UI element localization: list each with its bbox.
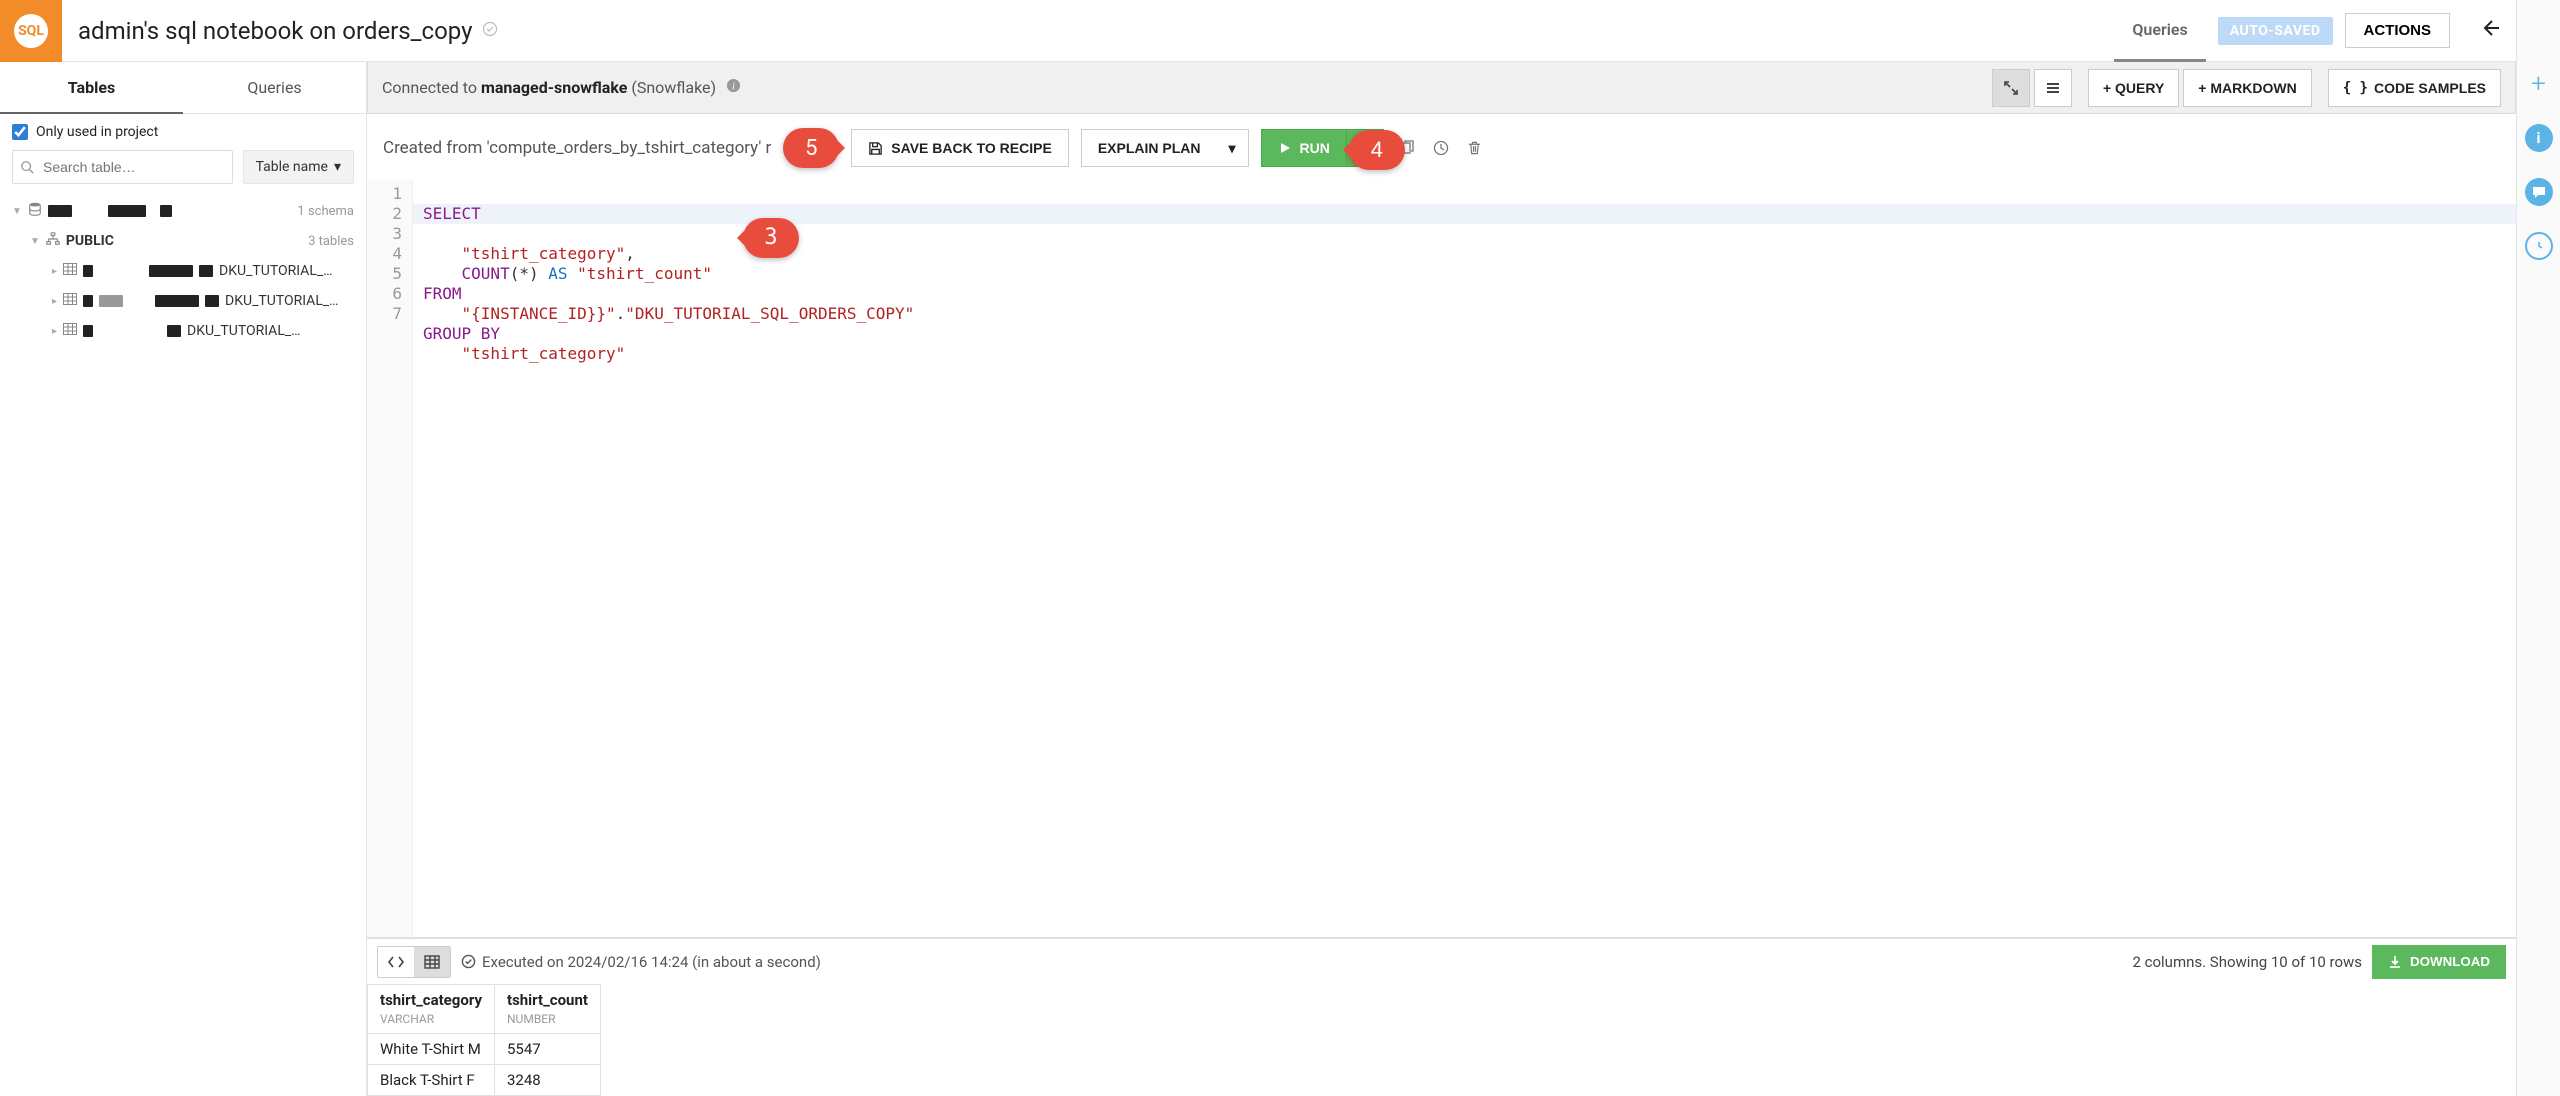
rail-add-icon[interactable]: + xyxy=(2525,70,2553,98)
save-icon xyxy=(868,141,883,156)
schema-node[interactable]: ▼ PUBLIC 3 tables xyxy=(12,226,354,256)
info-icon[interactable]: i xyxy=(726,78,741,97)
code-area[interactable]: SELECT "tshirt_category", COUNT(*) AS "t… xyxy=(413,180,2516,937)
table-icon xyxy=(63,263,77,279)
created-from-text: Created from 'compute_orders_by_tshirt_c… xyxy=(383,138,771,158)
caret-down-icon: ▼ xyxy=(30,236,40,247)
tab-queries[interactable]: Queries xyxy=(2114,0,2205,62)
rail-history-icon[interactable] xyxy=(2525,232,2553,260)
search-icon xyxy=(20,160,34,174)
table-icon xyxy=(63,323,77,339)
table-icon xyxy=(63,293,77,309)
view-table-toggle[interactable] xyxy=(414,947,450,977)
left-tab-tables[interactable]: Tables xyxy=(0,62,183,114)
view-code-toggle[interactable] xyxy=(378,947,414,977)
caret-right-icon: ▸ xyxy=(52,326,57,337)
table-row[interactable]: Black T-Shirt F3248 xyxy=(368,1065,601,1096)
code-samples-button[interactable]: { }CODE SAMPLES xyxy=(2328,69,2501,107)
history-icon[interactable] xyxy=(1430,137,1452,159)
database-node[interactable]: ▼ 1 schema xyxy=(12,196,354,226)
results-table: tshirt_categoryVARCHAR tshirt_countNUMBE… xyxy=(367,984,601,1096)
download-icon xyxy=(2388,955,2402,969)
only-project-checkbox[interactable] xyxy=(12,124,28,140)
svg-text:i: i xyxy=(732,81,735,92)
explain-plan-button[interactable]: EXPLAIN PLAN xyxy=(1081,129,1217,167)
right-rail: + i xyxy=(2516,0,2560,1096)
caret-right-icon: ▸ xyxy=(52,296,57,307)
actions-button[interactable]: ACTIONS xyxy=(2345,13,2451,48)
left-panel: Tables Queries Only used in project Tabl… xyxy=(0,62,367,1096)
callout-3: 3 xyxy=(743,218,799,258)
trash-icon[interactable] xyxy=(1464,137,1486,159)
rail-chat-icon[interactable] xyxy=(2525,178,2553,206)
callout-5: 5 xyxy=(783,128,839,168)
download-button[interactable]: DOWNLOAD xyxy=(2372,945,2506,979)
sort-select[interactable]: Table name ▾ xyxy=(243,150,354,184)
table-row[interactable]: ▸ DKU_TUTORIAL_… xyxy=(12,256,354,286)
search-input[interactable] xyxy=(12,150,233,184)
connection-bar: Connected to managed-snowflake (Snowflak… xyxy=(367,62,2516,114)
results-bar: Executed on 2024/02/16 14:24 (in about a… xyxy=(367,938,2516,984)
run-dropdown[interactable]: 4 xyxy=(1346,129,1384,167)
topbar: SQL admin's sql notebook on orders_copy … xyxy=(0,0,2516,62)
execution-status: Executed on 2024/02/16 14:24 (in about a… xyxy=(461,953,821,971)
add-markdown-button[interactable]: + MARKDOWN xyxy=(2183,69,2311,107)
editor-toolbar: Created from 'compute_orders_by_tshirt_c… xyxy=(367,114,2516,180)
add-query-button[interactable]: + QUERY xyxy=(2088,69,2179,107)
title-status-icon xyxy=(482,21,498,41)
check-circle-icon xyxy=(461,954,476,969)
notebook-title: admin's sql notebook on orders_copy xyxy=(78,17,472,45)
results-summary: 2 columns. Showing 10 of 10 rows xyxy=(2132,953,2362,971)
left-tab-queries[interactable]: Queries xyxy=(183,62,366,114)
database-icon xyxy=(28,202,42,220)
sql-editor: 1234567 SELECT "tshirt_category", COUNT(… xyxy=(367,180,2516,938)
chevron-down-icon: ▾ xyxy=(334,159,341,175)
menu-icon[interactable] xyxy=(2034,69,2072,107)
schema-icon xyxy=(46,232,60,250)
logo[interactable]: SQL xyxy=(0,0,62,62)
results-table-wrap: tshirt_categoryVARCHAR tshirt_countNUMBE… xyxy=(367,984,2516,1096)
caret-down-icon: ▼ xyxy=(12,206,22,217)
caret-right-icon: ▸ xyxy=(52,266,57,277)
table-row[interactable]: ▸ DKU_TUTORIAL_… xyxy=(12,316,354,346)
play-icon xyxy=(1278,141,1292,155)
line-gutter: 1234567 xyxy=(367,180,413,937)
expand-icon[interactable] xyxy=(1992,69,2030,107)
connection-text: Connected to managed-snowflake (Snowflak… xyxy=(382,78,716,97)
table-row[interactable]: White T-Shirt M5547 xyxy=(368,1034,601,1065)
col-header[interactable]: tshirt_countNUMBER xyxy=(495,985,601,1034)
rail-info-icon[interactable]: i xyxy=(2525,124,2553,152)
table-row[interactable]: ▸ DKU_TUTORIAL_… xyxy=(12,286,354,316)
callout-4: 4 xyxy=(1349,130,1405,170)
only-project-label: Only used in project xyxy=(36,124,158,140)
save-back-button[interactable]: SAVE BACK TO RECIPE xyxy=(851,129,1069,167)
back-arrow-icon[interactable] xyxy=(2464,18,2516,44)
autosaved-badge: AUTO-SAVED xyxy=(2218,17,2333,45)
explain-plan-dropdown[interactable]: ▾ xyxy=(1217,129,1249,167)
col-header[interactable]: tshirt_categoryVARCHAR xyxy=(368,985,495,1034)
